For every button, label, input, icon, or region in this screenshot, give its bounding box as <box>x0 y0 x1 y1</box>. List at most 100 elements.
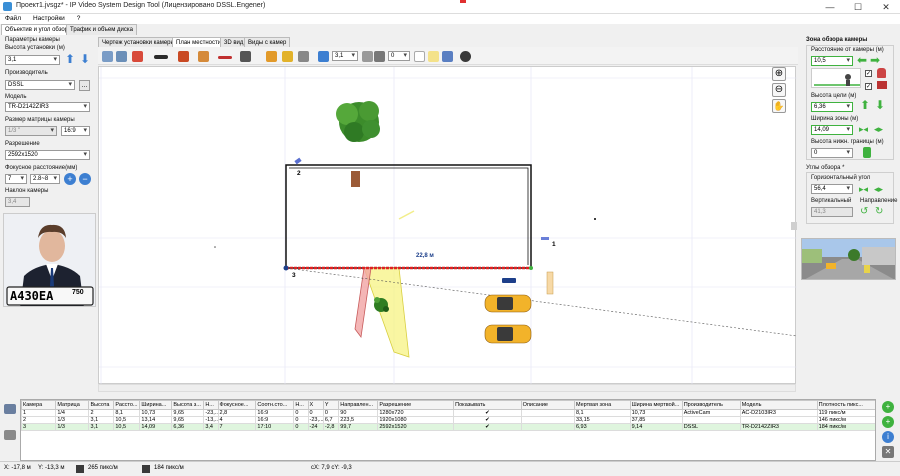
table-cell[interactable]: 2592x1520 <box>377 423 455 431</box>
table-cell[interactable]: 1 <box>21 409 57 417</box>
export-icon[interactable] <box>442 51 453 62</box>
table-cell[interactable]: 9,65 <box>171 416 205 424</box>
horizontal-angle-input[interactable]: 56,4 <box>811 184 853 194</box>
zone-width-input[interactable]: 14,09 <box>811 125 853 135</box>
site-plan-canvas[interactable]: 22,8 м 2 1 3 ⊕ ⊖ ✋ <box>98 66 798 385</box>
table-row[interactable]: 3 1/3 3,1 10,5 14,09 6,36 3,4 7 17:10 0 -24 -2,8 99,… <box>21 423 875 431</box>
scale-icon[interactable] <box>318 51 329 62</box>
table-cell[interactable]: 0 <box>293 416 309 424</box>
table-cell[interactable]: 6,36 <box>171 423 205 431</box>
col-dead-zone[interactable]: Мертвая зона <box>573 400 631 410</box>
col-resolution[interactable]: Разрешение <box>377 400 455 410</box>
col-x[interactable]: X <box>307 400 324 410</box>
zone-width-expand-icon[interactable]: ◂▸ <box>874 123 883 135</box>
table-cell[interactable]: ✔ <box>453 416 522 424</box>
table-cell[interactable]: DSSL <box>681 423 741 431</box>
col-tilt[interactable]: Н... <box>203 400 219 410</box>
scale-select[interactable]: 3,1 <box>332 51 358 61</box>
angle-select[interactable]: 0 <box>388 51 410 61</box>
distance-decrease-icon[interactable]: ⬅ <box>857 54 867 66</box>
menu-help[interactable]: ? <box>72 14 86 24</box>
table-cell[interactable]: -13,... <box>203 416 219 424</box>
table-cell[interactable] <box>739 416 818 424</box>
menu-file[interactable]: Файл <box>0 14 26 24</box>
minimize-button[interactable]: — <box>816 0 844 14</box>
layer-color-icon[interactable] <box>414 51 425 62</box>
table-cell[interactable]: 6,93 <box>573 423 631 431</box>
camera-3-icon[interactable] <box>502 278 516 283</box>
col-manufacturer[interactable]: Производитель <box>681 400 741 410</box>
col-focal[interactable]: Фокусное... <box>217 400 257 410</box>
wall-tool-icon[interactable] <box>154 55 168 59</box>
col-description[interactable]: Описание <box>520 400 575 410</box>
matrix-select[interactable]: 1/3 " <box>5 126 57 136</box>
table-cell[interactable]: 99,7 <box>338 423 379 431</box>
table-cell[interactable]: 119 пикс/м <box>816 409 875 417</box>
pole-object[interactable] <box>546 271 554 295</box>
table-cell[interactable]: -23,... <box>307 416 324 424</box>
close-button[interactable]: ✕ <box>872 0 900 14</box>
col-direction[interactable]: Направлен... <box>338 400 379 410</box>
model-select[interactable]: TR-D2142ZIR3 <box>5 102 90 112</box>
person-tool-icon[interactable] <box>178 51 189 62</box>
table-cell[interactable]: ✔ <box>453 409 522 417</box>
table-cell[interactable]: 1/4 <box>55 409 90 417</box>
snapshot-icon[interactable] <box>460 51 471 62</box>
table-cell[interactable] <box>520 423 575 431</box>
menu-settings[interactable]: Настройки <box>28 14 70 24</box>
table-cell[interactable]: 2 <box>21 416 57 424</box>
add-camera-icon[interactable]: + <box>882 401 894 413</box>
tab-traffic[interactable]: Трафик и объем диска <box>66 24 137 35</box>
table-cell[interactable]: 16:9 <box>255 416 295 424</box>
zoom-out-focal-icon[interactable]: − <box>79 173 91 185</box>
col-density[interactable]: Плотность пикс... <box>816 400 875 410</box>
focal-input[interactable]: 7 <box>5 174 27 184</box>
table-cell[interactable] <box>520 409 575 417</box>
table-cell[interactable] <box>681 416 741 424</box>
table-cell[interactable]: 10,5 <box>113 423 141 431</box>
select-tool-icon[interactable] <box>102 51 113 62</box>
table-row[interactable]: 2 1/3 3,1 10,5 13,14 9,65 -13,... 4 16:9 0 -23,...… <box>21 416 875 424</box>
manufacturer-select[interactable]: DSSL <box>5 80 75 90</box>
height-down-icon[interactable]: ⬇ <box>80 53 90 65</box>
table-cell[interactable]: 0 <box>293 409 309 417</box>
table-cell[interactable]: 3 <box>21 423 57 431</box>
table-cell[interactable]: 0 <box>293 423 309 431</box>
table-cell[interactable]: 4 <box>217 416 257 424</box>
camera-tool-icon[interactable] <box>116 51 127 62</box>
add-camera-alt-icon[interactable]: + <box>882 416 894 428</box>
table-cell[interactable]: 7 <box>217 423 257 431</box>
table-cell[interactable]: 223,5 <box>338 416 379 424</box>
table-cell[interactable]: 33,15 <box>573 416 631 424</box>
table-cell[interactable]: 9,65 <box>171 409 205 417</box>
table-cell[interactable]: 10,73 <box>139 409 173 417</box>
zoom-out-icon[interactable]: ⊖ <box>772 83 786 97</box>
info-icon[interactable]: i <box>882 431 894 443</box>
horizontal-scrollbar[interactable] <box>98 384 796 392</box>
zoom-in-icon[interactable]: ⊕ <box>772 67 786 81</box>
table-cell[interactable]: 146 пикс/м <box>816 416 875 424</box>
col-matrix[interactable]: Матрица <box>55 400 90 410</box>
table-cell[interactable]: 10,73 <box>629 409 683 417</box>
col-n[interactable]: Н... <box>293 400 309 410</box>
table-cell[interactable]: -2,8 <box>322 423 340 431</box>
target-height-down-icon[interactable]: ⬇ <box>875 99 885 111</box>
table-row[interactable]: 1 1/4 2 8,1 10,73 9,65 -23,... 2,8 16:9 0 0 0 90 1280… <box>21 409 875 417</box>
col-width[interactable]: Ширина... <box>139 400 173 410</box>
line-tool-icon[interactable] <box>218 56 232 59</box>
table-cell[interactable]: 0 <box>307 409 324 417</box>
camera-list-icon[interactable] <box>4 404 16 414</box>
camera-2-marker[interactable] <box>294 157 302 165</box>
point-3-handle[interactable] <box>283 265 289 271</box>
table-cell[interactable]: 9,14 <box>629 423 683 431</box>
manufacturer-browse-button[interactable]: ... <box>79 80 90 91</box>
table-cell[interactable]: 2 <box>88 409 115 417</box>
distance-input[interactable]: 10,5 <box>811 56 853 66</box>
table-cell[interactable]: 1/3 <box>55 423 90 431</box>
fill-color-icon[interactable] <box>132 51 143 62</box>
grid-icon[interactable] <box>362 51 373 62</box>
table-cell[interactable]: -23,... <box>203 409 219 417</box>
height-up-icon[interactable]: ⬆ <box>65 53 75 65</box>
tab-lens[interactable]: Объектив и угол обзора <box>1 24 76 35</box>
height-input[interactable]: 3,1 <box>5 55 60 65</box>
